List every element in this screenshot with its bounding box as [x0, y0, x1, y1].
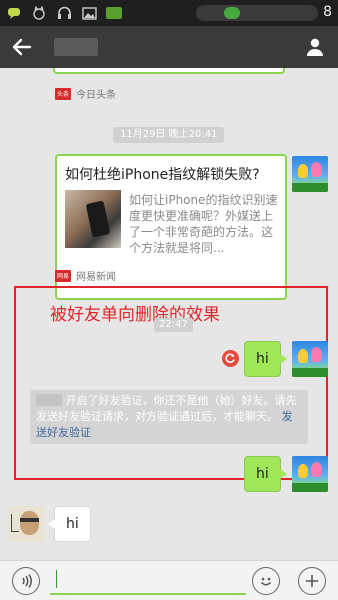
status-bar: 8	[0, 0, 338, 26]
plus-icon	[306, 575, 318, 587]
news-source-label: 今日头条	[76, 90, 116, 101]
friend-verification-notice: 开启了好友验证，你还不是他（她）好友。请先发送好友验证请求，对方验证通过后，才能…	[30, 390, 308, 444]
chat-messages[interactable]: 头条 今日头条 11月29日 晚上20:41 如何杜绝iPhone指纹解锁失败?…	[0, 68, 338, 560]
sent-message-bubble[interactable]: hi	[244, 456, 287, 492]
toutiao-logo: 头条	[55, 87, 71, 100]
my-avatar[interactable]	[292, 341, 328, 377]
news-card-title: 如何杜绝iPhone指纹解锁失败?	[65, 167, 260, 183]
headset-icon	[56, 5, 72, 21]
message-input[interactable]	[50, 567, 246, 595]
voice-button[interactable]	[12, 567, 40, 595]
signal-indicator	[224, 7, 240, 19]
resend-failed-icon[interactable]	[222, 350, 239, 367]
my-avatar[interactable]	[292, 156, 328, 192]
news-card-description: 如何让iPhone的指纹识别速度更快更准确呢？外媒送上了一个非常奇葩的方法。这个…	[129, 193, 278, 255]
person-menu-icon	[307, 38, 323, 56]
emoji-button[interactable]	[252, 567, 280, 595]
previous-news-card[interactable]	[53, 68, 285, 74]
blurred-contact-name	[36, 394, 62, 406]
notice-text: 开启了好友验证，你还不是他（她）好友。请先发送好友验证请求，对方验证通过后，才能…	[36, 394, 297, 423]
image-icon	[81, 5, 97, 21]
more-options-button[interactable]	[298, 567, 326, 595]
netease-logo: 网易	[55, 269, 71, 282]
message-timestamp: 22:47	[154, 318, 193, 332]
back-button[interactable]	[0, 26, 44, 68]
friend-avatar[interactable]	[8, 506, 44, 542]
cat-icon	[31, 5, 47, 21]
text-cursor	[56, 570, 57, 588]
contact-name-blurred	[54, 38, 98, 56]
emoji-icon	[260, 577, 272, 586]
status-clock: 8	[323, 4, 332, 20]
status-blur	[196, 5, 318, 21]
received-message-bubble[interactable]: hi	[48, 506, 91, 542]
chat-header	[0, 26, 338, 68]
news-source-netease[interactable]: 网易 网易新闻	[55, 268, 116, 283]
message-input-bar	[0, 560, 338, 600]
news-source-label: 网易新闻	[76, 272, 116, 283]
chat-info-button[interactable]	[302, 34, 328, 60]
chat-icon	[6, 5, 22, 21]
news-source-toutiao[interactable]: 头条 今日头条	[55, 86, 116, 101]
sent-message-bubble[interactable]: hi	[244, 341, 287, 377]
message-timestamp: 11月29日 晚上20:41	[113, 127, 225, 143]
mail-icon	[106, 5, 122, 21]
annotation-text: 被好友单向删除的效果	[50, 305, 220, 325]
arrow-left-icon	[12, 38, 32, 56]
my-avatar[interactable]	[292, 456, 328, 492]
voice-icon	[22, 574, 32, 588]
news-card-thumbnail	[65, 190, 121, 248]
